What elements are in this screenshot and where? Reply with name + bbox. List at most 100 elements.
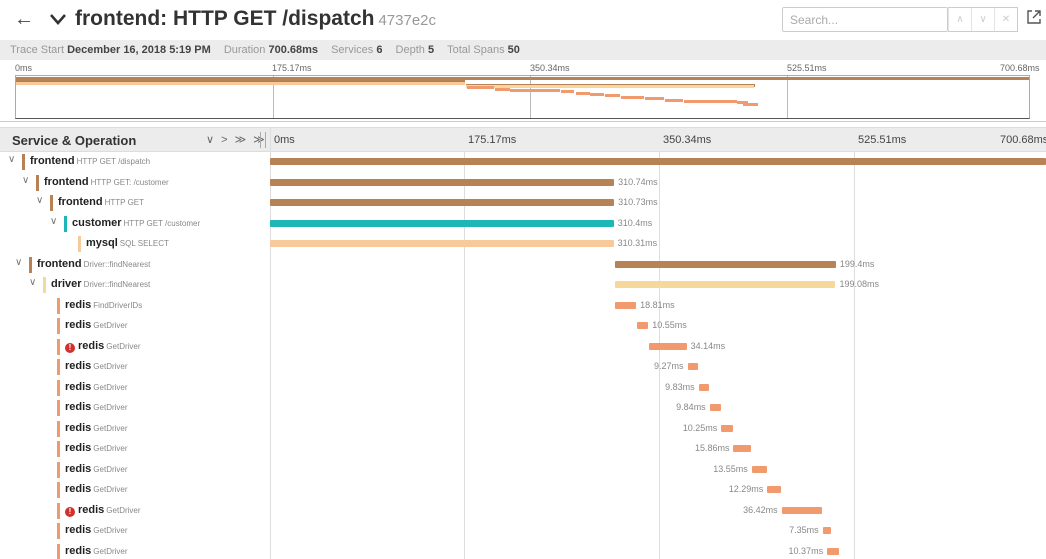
span-row[interactable]: redis FindDriverIDs 18.81ms (0, 296, 1046, 316)
span-label[interactable]: frontend Driver::findNearest (37, 258, 150, 272)
column-resize-handle[interactable] (260, 132, 266, 148)
span-label[interactable]: redis GetDriver (65, 360, 128, 374)
expand-caret-icon[interactable]: ∨ (15, 257, 22, 268)
span-bar[interactable] (698, 383, 710, 391)
span-label[interactable]: ! redis GetDriver (65, 504, 141, 518)
service-name: driver (51, 278, 82, 290)
service-name: frontend (44, 175, 89, 188)
span-bar[interactable] (270, 199, 615, 206)
clear-icon[interactable]: ✕ (994, 8, 1017, 31)
span-duration: 36.42ms (743, 504, 778, 515)
span-row[interactable]: redis GetDriver 7.35ms (0, 521, 1046, 541)
operation-name: HTTP GET /dispatch (76, 157, 151, 166)
expand-caret-icon[interactable]: ∨ (29, 277, 36, 288)
operation-name: GetDriver (106, 341, 141, 351)
operation-name: Driver::findNearest (83, 280, 151, 289)
trace-header: ← frontend: HTTP GET /dispatch4737e2c ∧ … (0, 0, 1046, 40)
span-row[interactable]: redis GetDriver 10.55ms (0, 316, 1046, 336)
span-duration: 9.84ms (676, 402, 706, 412)
span-label[interactable]: mysql SQL SELECT (86, 237, 169, 251)
expand-caret-icon[interactable]: ∨ (8, 154, 15, 165)
chevron-down-icon[interactable] (48, 9, 68, 29)
span-row[interactable]: redis GetDriver 10.25ms (0, 419, 1046, 439)
span-label[interactable]: frontend HTTP GET /dispatch (30, 155, 150, 169)
span-label[interactable]: redis GetDriver (65, 401, 128, 415)
span-row[interactable]: redis GetDriver 13.55ms (0, 460, 1046, 480)
span-duration: 13.55ms (713, 463, 748, 474)
expand-caret-icon[interactable]: ∨ (22, 175, 29, 186)
external-link-icon[interactable] (1026, 9, 1042, 25)
span-bar[interactable] (615, 301, 637, 309)
service-name: redis (65, 524, 92, 536)
chevron-down-small-icon[interactable]: ∨ (971, 8, 994, 31)
span-label[interactable]: redis GetDriver (65, 463, 128, 477)
span-bar[interactable] (270, 219, 614, 227)
span-bar[interactable] (636, 322, 649, 329)
span-row[interactable]: redis GetDriver 15.86ms (0, 439, 1046, 459)
span-label[interactable]: frontend HTTP GET (58, 196, 144, 210)
span-row[interactable]: ∨ driver Driver::findNearest 199.08ms (0, 275, 1046, 295)
span-label[interactable]: redis GetDriver (65, 422, 128, 436)
span-row[interactable]: redis GetDriver 12.29ms (0, 480, 1046, 500)
span-bar[interactable] (270, 178, 615, 186)
span-row[interactable]: ! redis GetDriver 34.14ms (0, 337, 1046, 357)
span-label[interactable]: redis GetDriver (65, 545, 128, 559)
minimap-span (494, 87, 510, 91)
expand-caret-icon[interactable]: ∨ (36, 195, 43, 206)
span-bar[interactable] (827, 547, 839, 555)
span-label[interactable]: redis GetDriver (65, 483, 128, 497)
service-color-bar (57, 502, 60, 519)
span-label[interactable]: driver Driver::findNearest (51, 278, 150, 292)
span-label[interactable]: redis GetDriver (65, 381, 128, 395)
span-row[interactable]: ! redis GetDriver 36.42ms (0, 501, 1046, 521)
span-label[interactable]: redis GetDriver (65, 442, 128, 456)
span-bar[interactable] (733, 445, 752, 452)
span-row[interactable]: redis GetDriver 9.84ms (0, 398, 1046, 418)
span-label[interactable]: customer HTTP GET /customer (72, 217, 200, 231)
span-bar[interactable] (751, 465, 767, 473)
expand-collapse-controls[interactable]: ∨ > ≫ ≫ (206, 133, 267, 146)
expand-caret-icon[interactable]: ∨ (50, 216, 57, 227)
span-label[interactable]: redis GetDriver (65, 524, 128, 538)
span-row[interactable]: ∨ customer HTTP GET /customer 310.4ms (0, 214, 1046, 234)
minimap-canvas[interactable] (15, 75, 1030, 119)
span-bar[interactable] (648, 342, 687, 350)
span-label[interactable]: ! redis GetDriver (65, 340, 141, 354)
span-row[interactable]: redis GetDriver 9.83ms (0, 378, 1046, 398)
span-row[interactable]: ∨ frontend HTTP GET: /customer 310.74ms (0, 173, 1046, 193)
span-label[interactable]: redis GetDriver (65, 319, 128, 333)
span-duration: 15.86ms (694, 443, 730, 453)
trace-minimap[interactable]: 0ms 175.17ms 350.34ms 525.51ms 700.68ms (0, 60, 1046, 122)
operation-name: FindDriverIDs (93, 300, 143, 310)
timeline-tick: 350.34ms (663, 134, 712, 146)
span-bar[interactable] (270, 240, 614, 247)
span-bar[interactable] (709, 404, 721, 411)
chevron-up-icon[interactable]: ∧ (948, 8, 971, 31)
span-bar[interactable] (270, 158, 1046, 165)
operation-name: HTTP GET: /customer (90, 177, 169, 187)
span-bar[interactable] (822, 527, 831, 534)
span-bar[interactable] (687, 363, 698, 370)
span-row[interactable]: mysql SQL SELECT 310.31ms (0, 234, 1046, 254)
span-duration: 7.35ms (789, 525, 819, 535)
span-duration: 18.81ms (640, 299, 675, 310)
service-name: frontend (37, 257, 82, 270)
span-label[interactable]: frontend HTTP GET: /customer (44, 176, 169, 190)
span-row[interactable]: ∨ frontend Driver::findNearest 199.4ms (0, 255, 1046, 275)
span-row[interactable]: redis GetDriver 10.37ms (0, 542, 1046, 559)
service-name: redis (65, 401, 92, 413)
span-bar[interactable] (721, 424, 733, 432)
span-bar[interactable] (614, 281, 836, 288)
search-input[interactable] (782, 7, 948, 32)
span-row[interactable]: ∨ frontend HTTP GET 310.73ms (0, 193, 1046, 213)
span-label[interactable]: redis FindDriverIDs (65, 299, 142, 313)
span-bar[interactable] (614, 260, 836, 268)
span-row[interactable]: redis GetDriver 9.27ms (0, 357, 1046, 377)
minimap-span (466, 86, 494, 90)
service-name: redis (78, 503, 105, 516)
span-row[interactable]: ∨ frontend HTTP GET /dispatch (0, 152, 1046, 172)
arrow-left-icon[interactable]: ← (14, 8, 34, 31)
service-name: redis (65, 442, 92, 454)
span-bar[interactable] (781, 506, 822, 514)
span-bar[interactable] (767, 486, 781, 493)
